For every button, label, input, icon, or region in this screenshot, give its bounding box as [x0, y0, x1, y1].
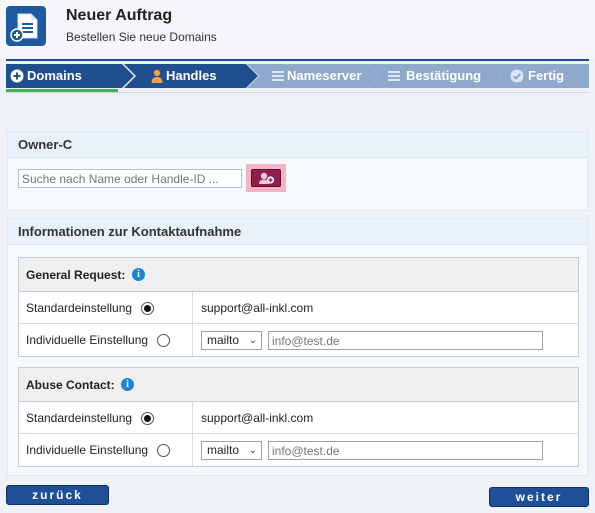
- step-nameserver[interactable]: Nameserver: [247, 64, 380, 88]
- person-icon: [151, 69, 163, 83]
- general-custom-row: Individuelle Einstellung mailto ⌄: [19, 324, 578, 356]
- step-progress-bar: Domains Handles Nameserver Bestätigung F…: [6, 60, 589, 92]
- page-header: Neuer Auftrag Bestellen Sie neue Domains: [0, 0, 595, 58]
- general-custom-radio[interactable]: [157, 334, 170, 347]
- step-label: Fertig: [528, 68, 565, 83]
- steps-bottom-divider: [6, 92, 589, 93]
- abuse-custom-row: Individuelle Einstellung mailto ⌄: [19, 434, 578, 466]
- handle-search-input[interactable]: [18, 169, 242, 188]
- abuse-email-input[interactable]: [268, 441, 543, 460]
- list-icon: [388, 71, 400, 81]
- step-label: Handles: [166, 68, 217, 83]
- general-default-email: support@all-inkl.com: [201, 301, 314, 315]
- general-default-row: Standardeinstellung support@all-inkl.com: [19, 292, 578, 324]
- info-icon[interactable]: i: [132, 268, 145, 281]
- general-request-box: General Request: i Standardeinstellung s…: [18, 257, 579, 357]
- add-person-icon: [259, 172, 275, 184]
- abuse-protocol-select[interactable]: mailto ⌄: [201, 441, 262, 460]
- custom-label: Individuelle Einstellung: [26, 333, 149, 347]
- owner-panel: Owner-C: [7, 131, 588, 211]
- page-title: Neuer Auftrag: [66, 7, 173, 24]
- contact-heading: Informationen zur Kontaktaufnahme: [8, 219, 587, 245]
- abuse-contact-box: Abuse Contact: i Standardeinstellung sup…: [18, 367, 579, 467]
- general-default-radio[interactable]: [141, 302, 154, 315]
- list-icon: [272, 71, 284, 81]
- general-request-title: General Request:: [26, 268, 126, 282]
- add-handle-button[interactable]: [246, 164, 286, 192]
- document-add-icon: [6, 6, 46, 46]
- back-button[interactable]: zurück: [6, 485, 109, 505]
- next-button[interactable]: weiter: [489, 487, 589, 507]
- step-label: Bestätigung: [406, 68, 482, 83]
- default-label: Standardeinstellung: [26, 411, 133, 425]
- step-fertig[interactable]: Fertig: [490, 64, 589, 88]
- step-handles[interactable]: Handles: [124, 64, 258, 88]
- general-protocol-select[interactable]: mailto ⌄: [201, 331, 262, 350]
- abuse-custom-radio[interactable]: [157, 444, 170, 457]
- page-subtitle: Bestellen Sie neue Domains: [66, 30, 217, 44]
- default-label: Standardeinstellung: [26, 301, 133, 315]
- chevron-down-icon: ⌄: [248, 445, 257, 456]
- general-request-header: General Request: i: [19, 258, 578, 292]
- custom-label: Individuelle Einstellung: [26, 443, 149, 457]
- owner-heading: Owner-C: [8, 132, 587, 158]
- step-label: Domains: [27, 68, 82, 83]
- general-email-input[interactable]: [268, 331, 543, 350]
- step-label: Nameserver: [287, 68, 362, 83]
- info-icon[interactable]: i: [121, 378, 134, 391]
- check-circle-icon: [510, 69, 524, 83]
- contact-panel: Informationen zur Kontaktaufnahme Genera…: [7, 218, 588, 476]
- abuse-contact-header: Abuse Contact: i: [19, 368, 578, 402]
- chevron-down-icon: ⌄: [248, 335, 257, 346]
- abuse-default-email: support@all-inkl.com: [201, 411, 314, 425]
- abuse-default-row: Standardeinstellung support@all-inkl.com: [19, 402, 578, 434]
- abuse-contact-title: Abuse Contact:: [26, 378, 115, 392]
- step-bestaetigung[interactable]: Bestätigung: [368, 64, 502, 88]
- plus-circle-icon: [10, 69, 24, 83]
- step-domains[interactable]: Domains: [6, 64, 134, 88]
- abuse-default-radio[interactable]: [141, 412, 154, 425]
